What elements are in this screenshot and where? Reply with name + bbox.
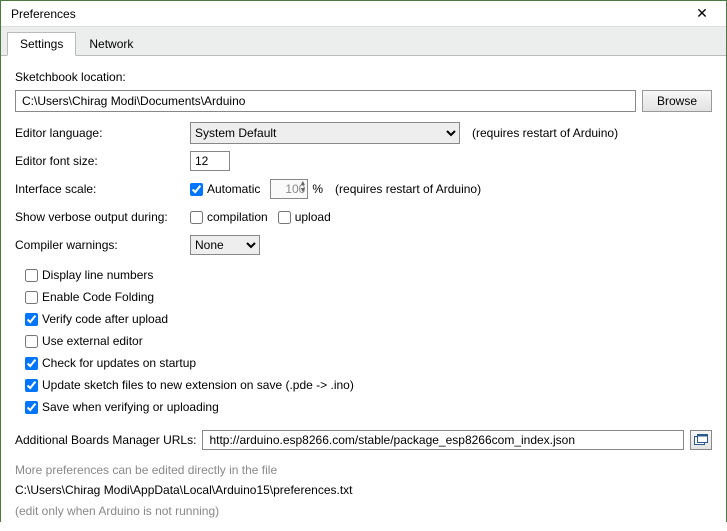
update-ext-input[interactable] — [25, 379, 38, 392]
sketchbook-input[interactable] — [15, 90, 636, 112]
warnings-label: Compiler warnings: — [15, 238, 190, 252]
footer-note: More preferences can be edited directly … — [15, 460, 712, 521]
scale-hint: (requires restart of Arduino) — [335, 182, 481, 196]
verbose-upload-input[interactable] — [278, 211, 291, 224]
warnings-select[interactable]: None — [190, 235, 260, 255]
verbose-label: Show verbose output during: — [15, 210, 190, 224]
boards-url-expand-button[interactable] — [690, 430, 712, 450]
check-updates-label: Check for updates on startup — [42, 356, 196, 370]
footer-line3: (edit only when Arduino is not running) — [15, 501, 712, 521]
check-updates-input[interactable] — [25, 357, 38, 370]
verbose-upload-checkbox[interactable]: upload — [278, 210, 331, 224]
verify-upload-checkbox[interactable]: Verify code after upload — [25, 312, 702, 326]
display-line-numbers-input[interactable] — [25, 269, 38, 282]
close-icon: ✕ — [696, 5, 708, 22]
boards-url-label: Additional Boards Manager URLs: — [15, 433, 196, 447]
fontsize-input[interactable] — [190, 151, 230, 171]
external-editor-input[interactable] — [25, 335, 38, 348]
verify-upload-input[interactable] — [25, 313, 38, 326]
fontsize-label: Editor font size: — [15, 154, 190, 168]
save-verify-label: Save when verifying or uploading — [42, 400, 219, 414]
tab-bar: Settings Network — [1, 27, 726, 56]
update-ext-label: Update sketch files to new extension on … — [42, 378, 354, 392]
update-ext-checkbox[interactable]: Update sketch files to new extension on … — [25, 378, 702, 392]
language-select[interactable]: System Default — [190, 122, 460, 144]
verbose-compilation-checkbox[interactable]: compilation — [190, 210, 268, 224]
code-folding-checkbox[interactable]: Enable Code Folding — [25, 290, 702, 304]
display-line-numbers-checkbox[interactable]: Display line numbers — [25, 268, 702, 282]
spinner-icon: ▲▼ — [299, 180, 306, 194]
tab-settings[interactable]: Settings — [7, 32, 76, 56]
footer-path: C:\Users\Chirag Modi\AppData\Local\Ardui… — [15, 480, 712, 500]
scale-auto-checkbox[interactable]: Automatic — [190, 182, 260, 196]
close-button[interactable]: ✕ — [684, 2, 720, 26]
check-updates-checkbox[interactable]: Check for updates on startup — [25, 356, 702, 370]
scale-pct: % — [312, 182, 323, 196]
tab-network[interactable]: Network — [76, 32, 146, 56]
titlebar: Preferences ✕ — [1, 1, 726, 27]
save-verify-checkbox[interactable]: Save when verifying or uploading — [25, 400, 702, 414]
external-editor-checkbox[interactable]: Use external editor — [25, 334, 702, 348]
browse-button[interactable]: Browse — [642, 90, 712, 112]
boards-url-input[interactable] — [202, 430, 684, 450]
code-folding-input[interactable] — [25, 291, 38, 304]
scale-label: Interface scale: — [15, 182, 190, 196]
settings-panel: Sketchbook location: Browse Editor langu… — [1, 56, 726, 531]
sketchbook-label: Sketchbook location: — [15, 70, 126, 84]
verify-upload-label: Verify code after upload — [42, 312, 168, 326]
save-verify-input[interactable] — [25, 401, 38, 414]
footer-line1: More preferences can be edited directly … — [15, 460, 712, 480]
scale-auto-input[interactable] — [190, 183, 203, 196]
verbose-compilation-label: compilation — [207, 210, 268, 224]
display-line-numbers-label: Display line numbers — [42, 268, 153, 282]
code-folding-label: Enable Code Folding — [42, 290, 154, 304]
window-title: Preferences — [11, 7, 76, 21]
language-hint: (requires restart of Arduino) — [472, 126, 618, 140]
verbose-compilation-input[interactable] — [190, 211, 203, 224]
external-editor-label: Use external editor — [42, 334, 143, 348]
window-icon — [694, 434, 708, 446]
language-label: Editor language: — [15, 126, 190, 140]
verbose-upload-label: upload — [295, 210, 331, 224]
scale-auto-label: Automatic — [207, 182, 260, 196]
